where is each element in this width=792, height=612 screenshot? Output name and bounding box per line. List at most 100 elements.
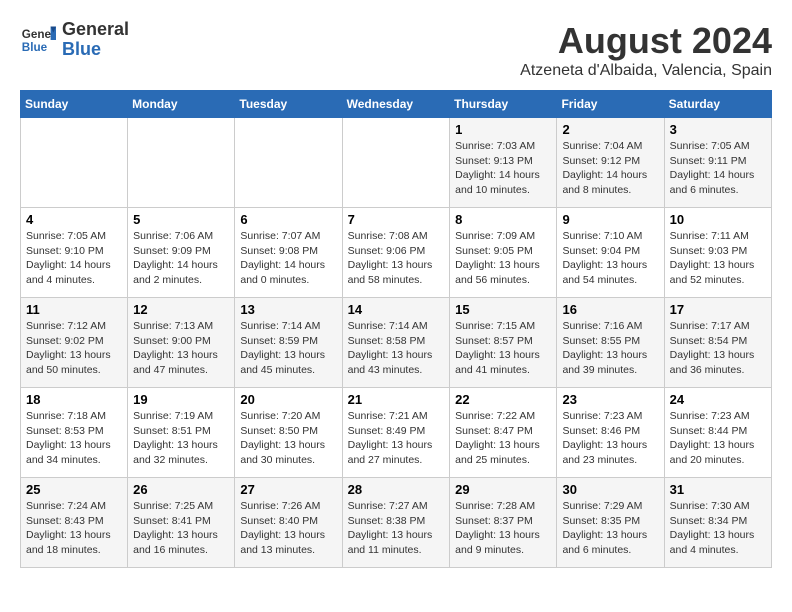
day-number: 22 [455, 392, 551, 407]
svg-text:Blue: Blue [22, 41, 48, 54]
calendar-cell: 29 Sunrise: 7:28 AMSunset: 8:37 PMDayligh… [450, 478, 557, 568]
day-info: Sunrise: 7:25 AMSunset: 8:41 PMDaylight:… [133, 499, 229, 558]
day-number: 4 [26, 212, 122, 227]
day-info: Sunrise: 7:19 AMSunset: 8:51 PMDaylight:… [133, 409, 229, 468]
day-info: Sunrise: 7:18 AMSunset: 8:53 PMDaylight:… [26, 409, 122, 468]
day-info: Sunrise: 7:04 AMSunset: 9:12 PMDaylight:… [562, 139, 658, 198]
day-number: 6 [240, 212, 336, 227]
day-info: Sunrise: 7:26 AMSunset: 8:40 PMDaylight:… [240, 499, 336, 558]
day-info: Sunrise: 7:27 AMSunset: 8:38 PMDaylight:… [348, 499, 445, 558]
day-number: 28 [348, 482, 445, 497]
calendar-cell: 20Sunrise: 7:20 AMSunset: 8:50 PMDayligh… [235, 388, 342, 478]
day-info: Sunrise: 7:29 AMSunset: 8:35 PMDaylight:… [562, 499, 658, 558]
calendar-cell: 21 Sunrise: 7:21 AMSunset: 8:49 PMDayligh… [342, 388, 450, 478]
day-info: Sunrise: 7:21 AMSunset: 8:49 PMDaylight:… [348, 409, 445, 468]
day-info: Sunrise: 7:23 AMSunset: 8:44 PMDaylight:… [670, 409, 766, 468]
day-number: 30 [562, 482, 658, 497]
calendar-cell: 4 Sunrise: 7:05 AMSunset: 9:10 PMDaylight… [21, 208, 128, 298]
calendar-cell: 12Sunrise: 7:13 AMSunset: 9:00 PMDayligh… [128, 298, 235, 388]
day-number: 21 [348, 392, 445, 407]
day-number: 18 [26, 392, 122, 407]
header-sunday: Sunday [21, 91, 128, 118]
calendar-cell: 25 Sunrise: 7:24 AMSunset: 8:43 PMDayligh… [21, 478, 128, 568]
day-number: 27 [240, 482, 336, 497]
calendar-cell: 9Sunrise: 7:10 AMSunset: 9:04 PMDaylight… [557, 208, 664, 298]
day-number: 15 [455, 302, 551, 317]
day-info: Sunrise: 7:07 AMSunset: 9:08 PMDaylight:… [240, 229, 336, 288]
day-info: Sunrise: 7:14 AMSunset: 8:59 PMDaylight:… [240, 319, 336, 378]
calendar-week-row: 11Sunrise: 7:12 AMSunset: 9:02 PMDayligh… [21, 298, 772, 388]
title-block: August 2024 Atzeneta d'Albaida, Valencia… [520, 20, 772, 80]
calendar-cell: 2 Sunrise: 7:04 AMSunset: 9:12 PMDaylight… [557, 118, 664, 208]
calendar-cell [342, 118, 450, 208]
day-info: Sunrise: 7:09 AMSunset: 9:05 PMDaylight:… [455, 229, 551, 288]
day-info: Sunrise: 7:22 AMSunset: 8:47 PMDaylight:… [455, 409, 551, 468]
day-number: 1 [455, 122, 551, 137]
day-info: Sunrise: 7:24 AMSunset: 8:43 PMDaylight:… [26, 499, 122, 558]
calendar-cell: 18 Sunrise: 7:18 AMSunset: 8:53 PMDayligh… [21, 388, 128, 478]
month-title: August 2024 [520, 20, 772, 62]
day-info: Sunrise: 7:08 AMSunset: 9:06 PMDaylight:… [348, 229, 445, 288]
calendar-week-row: 18 Sunrise: 7:18 AMSunset: 8:53 PMDayligh… [21, 388, 772, 478]
day-number: 29 [455, 482, 551, 497]
header-wednesday: Wednesday [342, 91, 450, 118]
day-number: 11 [26, 302, 122, 317]
header-friday: Friday [557, 91, 664, 118]
calendar-cell: 28 Sunrise: 7:27 AMSunset: 8:38 PMDayligh… [342, 478, 450, 568]
calendar-week-row: 1Sunrise: 7:03 AMSunset: 9:13 PMDaylight… [21, 118, 772, 208]
calendar-cell: 17Sunrise: 7:17 AMSunset: 8:54 PMDayligh… [664, 298, 771, 388]
logo-icon: General Blue [20, 22, 56, 58]
location: Atzeneta d'Albaida, Valencia, Spain [520, 62, 772, 80]
day-number: 13 [240, 302, 336, 317]
calendar-cell [128, 118, 235, 208]
header-monday: Monday [128, 91, 235, 118]
calendar-week-row: 4 Sunrise: 7:05 AMSunset: 9:10 PMDaylight… [21, 208, 772, 298]
day-info: Sunrise: 7:05 AMSunset: 9:10 PMDaylight:… [26, 229, 122, 288]
calendar-cell: 10Sunrise: 7:11 AMSunset: 9:03 PMDayligh… [664, 208, 771, 298]
calendar-cell: 3 Sunrise: 7:05 AMSunset: 9:11 PMDaylight… [664, 118, 771, 208]
calendar-cell: 11Sunrise: 7:12 AMSunset: 9:02 PMDayligh… [21, 298, 128, 388]
calendar-cell: 7 Sunrise: 7:08 AMSunset: 9:06 PMDaylight… [342, 208, 450, 298]
day-info: Sunrise: 7:05 AMSunset: 9:11 PMDaylight:… [670, 139, 766, 198]
day-number: 25 [26, 482, 122, 497]
calendar-cell: 26Sunrise: 7:25 AMSunset: 8:41 PMDayligh… [128, 478, 235, 568]
day-info: Sunrise: 7:16 AMSunset: 8:55 PMDaylight:… [562, 319, 658, 378]
calendar-cell: 31 Sunrise: 7:30 AMSunset: 8:34 PMDayligh… [664, 478, 771, 568]
day-number: 9 [562, 212, 658, 227]
page-header: General Blue General Blue August 2024 At… [20, 20, 772, 80]
header-thursday: Thursday [450, 91, 557, 118]
day-number: 2 [562, 122, 658, 137]
calendar-table: SundayMondayTuesdayWednesdayThursdayFrid… [20, 90, 772, 568]
day-info: Sunrise: 7:15 AMSunset: 8:57 PMDaylight:… [455, 319, 551, 378]
day-number: 20 [240, 392, 336, 407]
day-number: 7 [348, 212, 445, 227]
logo-text: General Blue [62, 20, 129, 60]
calendar-cell: 24Sunrise: 7:23 AMSunset: 8:44 PMDayligh… [664, 388, 771, 478]
calendar-cell [21, 118, 128, 208]
calendar-header-row: SundayMondayTuesdayWednesdayThursdayFrid… [21, 91, 772, 118]
day-number: 23 [562, 392, 658, 407]
day-info: Sunrise: 7:23 AMSunset: 8:46 PMDaylight:… [562, 409, 658, 468]
day-info: Sunrise: 7:30 AMSunset: 8:34 PMDaylight:… [670, 499, 766, 558]
day-number: 5 [133, 212, 229, 227]
calendar-cell: 5 Sunrise: 7:06 AMSunset: 9:09 PMDaylight… [128, 208, 235, 298]
calendar-cell: 1Sunrise: 7:03 AMSunset: 9:13 PMDaylight… [450, 118, 557, 208]
calendar-cell: 27 Sunrise: 7:26 AMSunset: 8:40 PMDayligh… [235, 478, 342, 568]
day-info: Sunrise: 7:06 AMSunset: 9:09 PMDaylight:… [133, 229, 229, 288]
day-number: 14 [348, 302, 445, 317]
day-number: 8 [455, 212, 551, 227]
day-number: 3 [670, 122, 766, 137]
calendar-cell: 16 Sunrise: 7:16 AMSunset: 8:55 PMDayligh… [557, 298, 664, 388]
day-info: Sunrise: 7:14 AMSunset: 8:58 PMDaylight:… [348, 319, 445, 378]
calendar-cell: 8 Sunrise: 7:09 AMSunset: 9:05 PMDaylight… [450, 208, 557, 298]
calendar-week-row: 25 Sunrise: 7:24 AMSunset: 8:43 PMDayligh… [21, 478, 772, 568]
day-number: 16 [562, 302, 658, 317]
calendar-cell: 13 Sunrise: 7:14 AMSunset: 8:59 PMDayligh… [235, 298, 342, 388]
day-number: 17 [670, 302, 766, 317]
day-number: 31 [670, 482, 766, 497]
calendar-cell: 15 Sunrise: 7:15 AMSunset: 8:57 PMDayligh… [450, 298, 557, 388]
calendar-cell: 30 Sunrise: 7:29 AMSunset: 8:35 PMDayligh… [557, 478, 664, 568]
calendar-cell [235, 118, 342, 208]
day-info: Sunrise: 7:28 AMSunset: 8:37 PMDaylight:… [455, 499, 551, 558]
calendar-cell: 23 Sunrise: 7:23 AMSunset: 8:46 PMDayligh… [557, 388, 664, 478]
